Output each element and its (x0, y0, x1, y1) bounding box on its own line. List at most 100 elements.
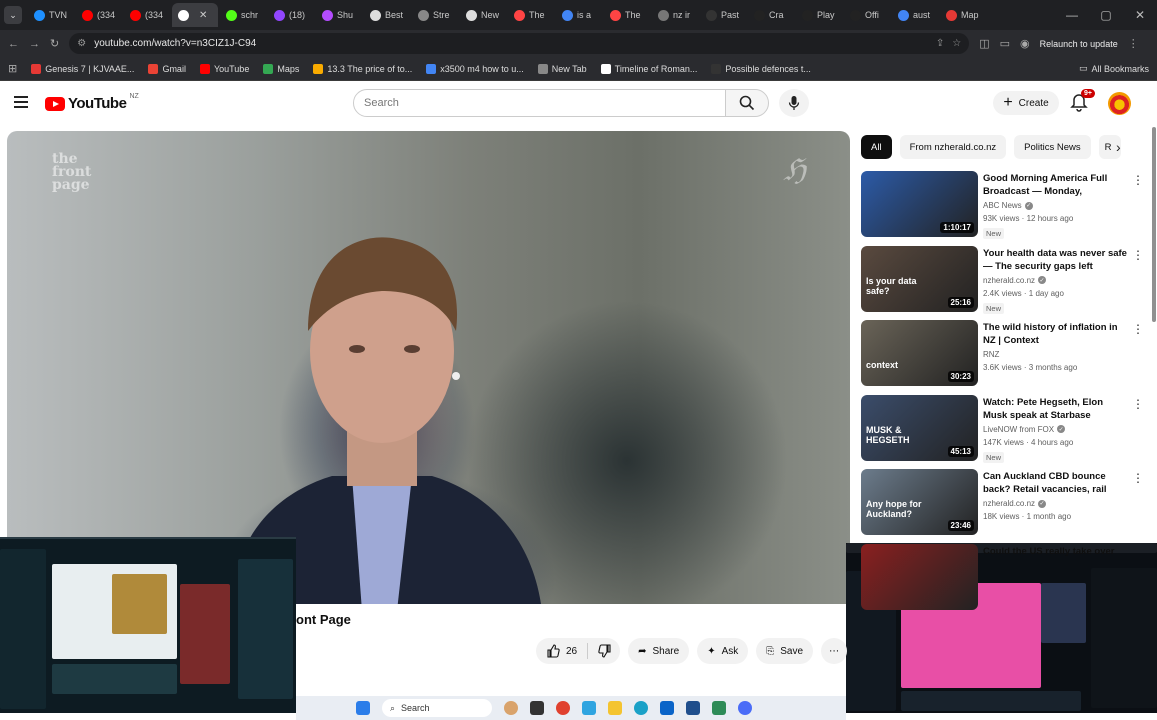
save-button[interactable]: ⎘ Save (756, 638, 814, 664)
bookmark-star-icon[interactable]: ☆ (952, 38, 961, 49)
like-icon[interactable] (546, 644, 560, 658)
bookmark-item[interactable]: 13.3 The price of to... (313, 63, 412, 74)
page-scrollbar[interactable] (1152, 127, 1156, 322)
chevron-right-icon[interactable]: › (1116, 139, 1121, 155)
more-vertical-icon[interactable]: ⋮ (1132, 248, 1144, 262)
store-icon[interactable] (582, 701, 596, 715)
mail-icon[interactable] (738, 701, 752, 715)
all-bookmarks-button[interactable]: ▭ All Bookmarks (1079, 63, 1149, 74)
bookmark-item[interactable]: Timeline of Roman... (600, 63, 697, 74)
back-icon[interactable]: ← (8, 38, 19, 50)
recommendation-title[interactable]: Could the US really take over (983, 545, 1128, 558)
channel-name[interactable]: LiveNOW from FOX ✓ (983, 425, 1066, 434)
browser-tab[interactable]: (334 (76, 3, 122, 27)
recommendation-item[interactable]: Is your data safe? 25:16 Your health data … (861, 245, 1146, 320)
browser-tab[interactable]: (18) (268, 3, 314, 27)
app-icon[interactable] (712, 701, 726, 715)
browser-tab[interactable]: New (460, 3, 506, 27)
more-vertical-icon[interactable]: ⋮ (1132, 322, 1144, 336)
chrome-icon[interactable] (556, 701, 570, 715)
taskbar-search[interactable]: ⌕ Search (382, 699, 492, 717)
channel-name[interactable]: ABC News ✓ (983, 201, 1033, 210)
bookmark-item[interactable]: Gmail (148, 63, 186, 74)
video-thumbnail[interactable]: 1:10:17 (861, 171, 978, 237)
install-icon[interactable]: ⇪ (936, 38, 944, 49)
site-info-icon[interactable]: ⚙ (77, 38, 86, 49)
browser-tab[interactable]: Stre (412, 3, 458, 27)
browser-tab[interactable]: Play (796, 3, 842, 27)
browser-tab[interactable]: nz ir (652, 3, 698, 27)
relaunch-button[interactable]: Relaunch to update (1040, 39, 1118, 49)
recommendation-title[interactable]: Your health data was never safe — The se… (983, 247, 1128, 274)
profile-icon[interactable]: ◉ (1020, 37, 1030, 50)
channel-name[interactable]: nzherald.co.nz ✓ (983, 276, 1047, 285)
recommendation-item[interactable]: MUSK & HEGSETH 45:13 Watch: Pete Hegseth, … (861, 394, 1146, 469)
share-button[interactable]: ➦ Share (628, 638, 690, 664)
bookmark-item[interactable]: x3500 m4 how to u... (426, 63, 524, 74)
video-thumbnail[interactable]: Is your data safe? 25:16 (861, 245, 978, 312)
more-vertical-icon[interactable]: ⋮ (1132, 471, 1144, 485)
more-vertical-icon[interactable]: ⋮ (1132, 397, 1144, 411)
recommendation-title[interactable]: The wild history of inflation in NZ | Co… (983, 321, 1128, 347)
recommendation-title[interactable]: Can Auckland CBD bounce back? Retail vac… (983, 470, 1128, 497)
tab-close-icon[interactable]: ✕ (199, 10, 207, 21)
browser-tab[interactable]: schr (220, 3, 266, 27)
channel-name[interactable]: nzherald.co.nz ✓ (983, 499, 1047, 508)
browser-tab[interactable]: Past (700, 3, 746, 27)
recommendation-item[interactable]: 1:10:17 Good Morning America Full Broadca… (861, 171, 1146, 245)
browser-tab[interactable]: Shu (316, 3, 362, 27)
create-button[interactable]: + Create (993, 91, 1059, 115)
extensions-icon[interactable]: ◫ (979, 37, 989, 50)
browser-tab[interactable]: Offi (844, 3, 890, 27)
browser-tab[interactable]: Best (364, 3, 410, 27)
bookmark-item[interactable]: YouTube (199, 63, 249, 74)
video-thumbnail[interactable]: MUSK & HEGSETH 45:13 (861, 394, 978, 461)
youtube-logo[interactable]: YouTube NZ (45, 93, 139, 112)
ask-button[interactable]: ✦ Ask (697, 638, 749, 664)
recommendation-title[interactable]: Good Morning America Full Broadcast — Mo… (983, 172, 1128, 199)
bookmark-item[interactable]: Possible defences t... (711, 63, 811, 74)
windows-start-icon[interactable] (356, 701, 370, 715)
bookmark-item[interactable]: Genesis 7 | KJVAAE... (31, 63, 134, 74)
recommendation-item[interactable]: context 30:23 The wild history of inflatio… (861, 320, 1146, 394)
task-view-icon[interactable] (530, 701, 544, 715)
search-input[interactable]: Search (353, 89, 726, 117)
more-vertical-icon[interactable]: ⋮ (1132, 173, 1144, 187)
outlook-icon[interactable] (660, 701, 674, 715)
calculator-icon[interactable] (686, 701, 700, 715)
video-thumbnail[interactable]: Any hope for Auckland? 23:46 (861, 469, 978, 535)
chip-from-nzherald[interactable]: From nzherald.co.nz (899, 135, 1007, 159)
file-explorer-icon[interactable] (608, 701, 622, 715)
video-player[interactable]: the front page ℌ (7, 131, 850, 604)
channel-name[interactable]: RNZ (983, 350, 999, 359)
browser-tab[interactable]: The (604, 3, 650, 27)
cast-icon[interactable]: ▭ (1000, 37, 1010, 50)
search-button[interactable] (725, 89, 769, 117)
recommendation-item[interactable]: Could the US really take over (861, 543, 1146, 618)
recommendation-title[interactable]: Watch: Pete Hegseth, Elon Musk speak at … (983, 396, 1128, 422)
browser-tab[interactable]: (334 (124, 3, 170, 27)
browser-tab[interactable]: Map (940, 3, 986, 27)
chip-all[interactable]: All (861, 135, 892, 159)
tab-search-button[interactable]: ⌄ (4, 6, 22, 24)
dislike-icon[interactable] (598, 644, 612, 658)
video-thumbnail[interactable] (861, 543, 978, 610)
browser-tab[interactable]: aust (892, 3, 938, 27)
close-window-button[interactable]: ✕ (1123, 8, 1157, 22)
reload-icon[interactable]: ↻ (50, 37, 59, 50)
minimize-button[interactable]: — (1055, 8, 1089, 22)
notifications-button[interactable]: 9+ (1070, 89, 1095, 113)
apps-grid-icon[interactable]: ⊞ (8, 62, 17, 75)
browser-tab[interactable]: ✕ (172, 3, 218, 27)
browser-tab[interactable]: TVN (28, 3, 74, 27)
weather-icon[interactable] (504, 701, 518, 715)
account-avatar[interactable] (1108, 92, 1131, 115)
bookmark-item[interactable]: New Tab (537, 63, 587, 74)
bookmark-item[interactable]: Maps (263, 63, 299, 74)
browser-tab[interactable]: Cra (748, 3, 794, 27)
voice-search-button[interactable] (779, 89, 809, 117)
more-actions-button[interactable]: ⋯ (821, 638, 848, 664)
chip-politics-news[interactable]: Politics News (1014, 135, 1091, 159)
recommendation-item[interactable]: Any hope for Auckland? 23:46 Can Auckland … (861, 469, 1146, 543)
menu-icon[interactable]: ⋮ (1128, 37, 1139, 50)
